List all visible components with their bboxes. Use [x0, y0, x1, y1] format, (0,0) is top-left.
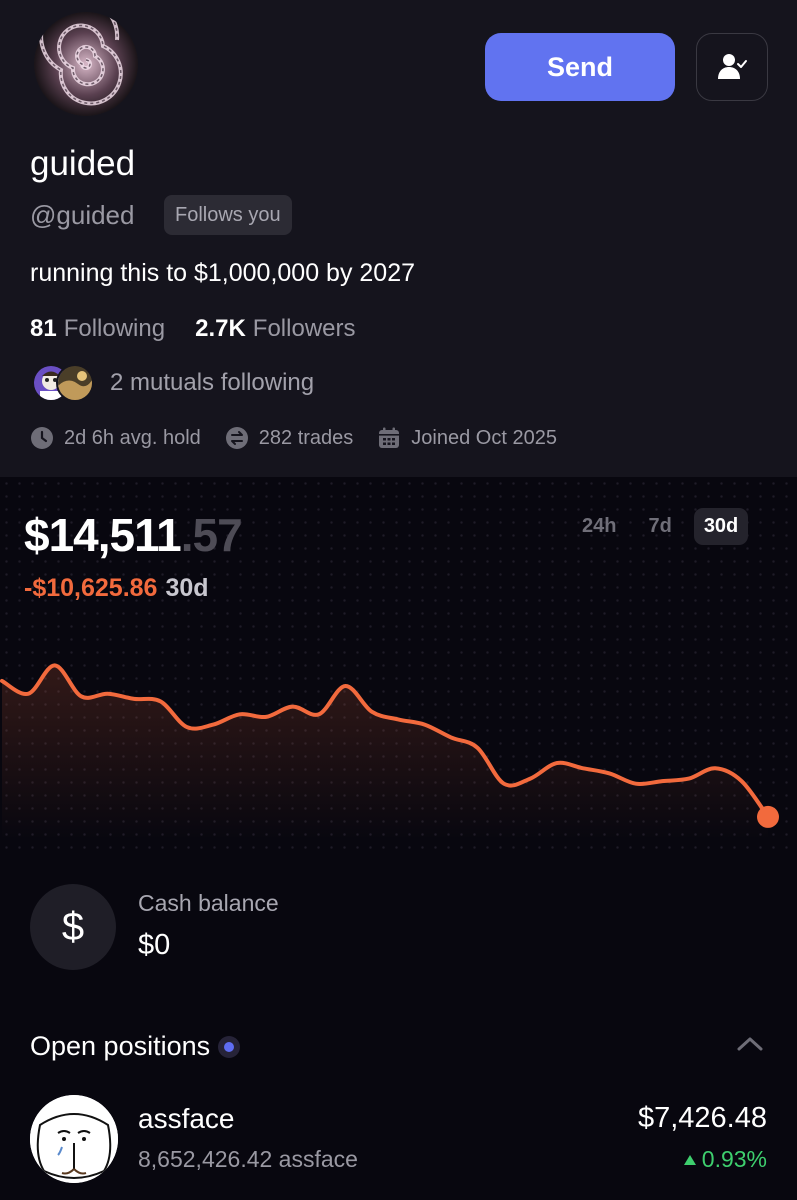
portfolio-balance: $14,511.57 [24, 508, 243, 562]
change-period: 30d [165, 574, 209, 602]
mutuals-text: 2 mutuals following [110, 369, 315, 396]
cash-balance-label: Cash balance [138, 890, 279, 916]
send-button[interactable]: Send [485, 33, 675, 101]
follows-you-badge: Follows you [164, 195, 292, 235]
open-positions-title: Open positions [30, 1031, 211, 1061]
clock-icon [31, 427, 53, 449]
following-label: Following [63, 315, 166, 342]
swap-icon [225, 427, 248, 449]
following-count: 81 [30, 315, 57, 342]
display-name: guided [30, 144, 136, 183]
followers-label: Followers [252, 315, 356, 342]
chart-current-point [757, 805, 779, 828]
user-handle: @guided [30, 200, 135, 230]
cash-balance-value: $0 [138, 929, 171, 961]
change-value: -$10,625.86 [24, 574, 158, 602]
calendar-icon [379, 427, 400, 448]
mutuals-row[interactable]: 2 mutuals following [32, 364, 314, 402]
follow-stats: 81 Following 2.7K Followers [30, 315, 356, 343]
live-indicator-icon [218, 1035, 241, 1058]
portfolio-change: -$10,625.86 30d [24, 574, 209, 603]
chevron-up-icon[interactable] [736, 1034, 764, 1054]
trades-item: 282 trades [225, 426, 354, 450]
balance-cents: .57 [180, 509, 243, 561]
trades-text: 282 trades [258, 426, 354, 449]
dollar-icon: $ [30, 884, 116, 970]
position-change: 0.93% [683, 1146, 767, 1173]
avg-hold-text: 2d 6h avg. hold [64, 426, 201, 449]
arrow-up-icon [683, 1154, 696, 1165]
token-avatar [30, 1095, 118, 1183]
followers-count: 2.7K [195, 315, 246, 342]
position-name: assface [138, 1103, 235, 1134]
following-stat[interactable]: 81 Following [30, 315, 165, 343]
user-check-icon [718, 54, 747, 79]
open-positions-header: Open positions [30, 1031, 241, 1062]
avg-hold-item: 2d 6h avg. hold [30, 426, 201, 450]
joined-text: Joined Oct 2025 [411, 426, 557, 449]
profile-avatar[interactable] [34, 12, 138, 116]
tab-30d[interactable]: 30d [693, 508, 749, 545]
tab-7d[interactable]: 7d [638, 508, 681, 545]
chart-area-fill [2, 665, 768, 840]
follow-toggle-button[interactable] [696, 33, 768, 101]
profile-meta: 2d 6h avg. hold 282 trades Joined Oct 20… [30, 426, 581, 450]
mutual-avatar [56, 364, 94, 402]
profile-header: Send guided @guided Follows you running … [0, 0, 797, 477]
position-value: $7,426.48 [637, 1102, 767, 1134]
profile-bio: running this to $1,000,000 by 2027 [30, 259, 416, 287]
position-row[interactable]: assface 8,652,426.42 assface $7,426.48 0… [0, 1090, 797, 1200]
tab-24h[interactable]: 24h [572, 508, 626, 545]
portfolio-line-chart[interactable] [0, 640, 797, 840]
balance-main: $14,511 [24, 509, 182, 561]
joined-item: Joined Oct 2025 [377, 426, 557, 450]
position-change-value: 0.93% [701, 1146, 767, 1172]
followers-stat[interactable]: 2.7K Followers [195, 315, 355, 343]
period-tabs: 24h 7d 30d [560, 508, 749, 545]
position-quantity: 8,652,426.42 assface [138, 1146, 358, 1172]
